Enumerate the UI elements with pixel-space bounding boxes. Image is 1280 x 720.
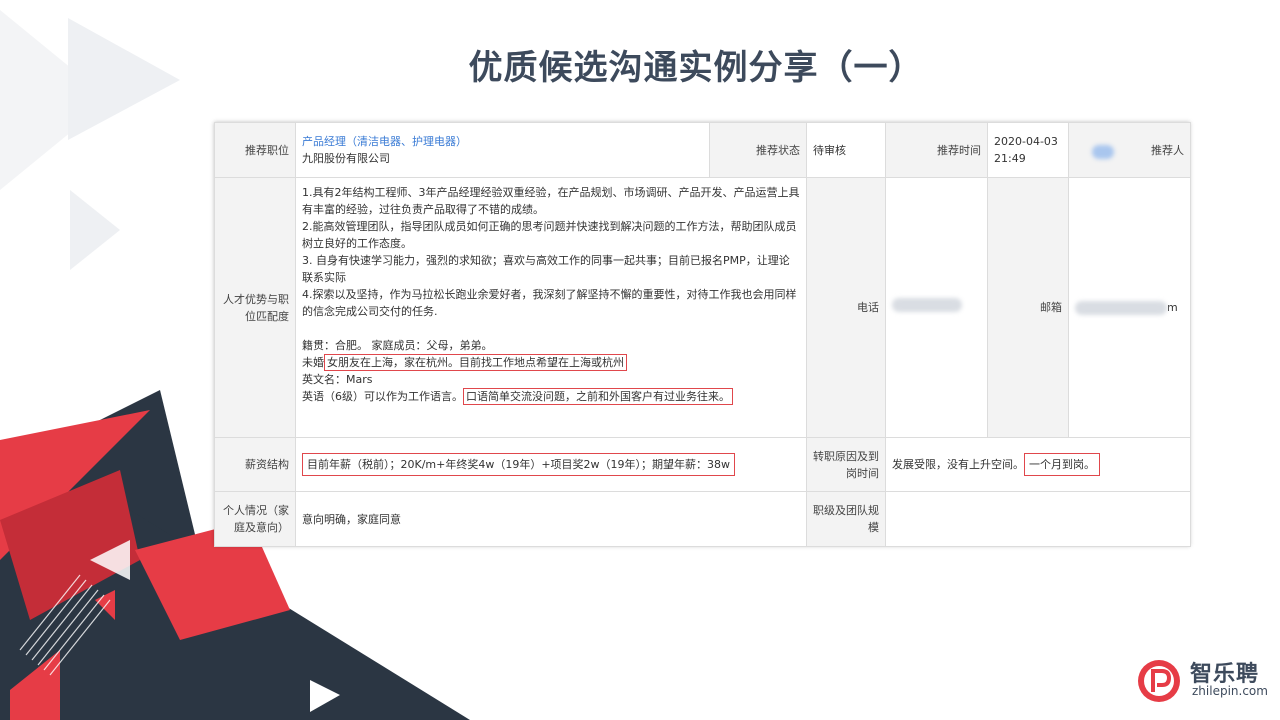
hatch-pattern xyxy=(19,574,111,676)
red-small-triangle xyxy=(95,590,115,620)
page-title: 优质候选沟通实例分享（一） xyxy=(468,48,924,88)
phone-blurred xyxy=(892,298,962,312)
point-3: 3. 自身有快速学习能力，强烈的求知欲；喜欢与高效工作的同事一起共事；目前已报名… xyxy=(302,254,790,284)
recommender-label: 推荐人 xyxy=(1068,122,1191,178)
table-row: 人才优势与职位匹配度 1.具有2年结构工程师、3年产品经理经验双重经验，在产品规… xyxy=(214,177,1191,438)
table-row: 推荐职位 产品经理（清洁电器、护理电器） 九阳股份有限公司 推荐状态 待审核 推… xyxy=(214,122,1191,178)
time-cell: 2020-04-03 21:49 xyxy=(987,122,1069,178)
email-blurred xyxy=(1075,301,1167,315)
reason-label: 转职原因及到岗时间 xyxy=(806,437,886,492)
email-label: 邮箱 xyxy=(987,177,1069,438)
team-value xyxy=(885,491,1191,547)
native-place: 籍贯：合肥。 家庭成员：父母，弟弟。 xyxy=(302,339,493,352)
english-highlight: 口语简单交流没问题，之前和外国客户有过业务往来。 xyxy=(463,388,733,405)
point-2: 2.能高效管理团队，指导团队成员如何正确的思考问题并快速找到解决问题的工作方法，… xyxy=(302,220,797,250)
email-value: m xyxy=(1068,177,1191,438)
salary-highlight: 目前年薪（税前）；20K/m+年终奖4w（19年）+项目奖2w（19年）；期望年… xyxy=(302,453,736,476)
team-label: 职级及团队规模 xyxy=(806,491,886,547)
recommender-blurred xyxy=(1092,145,1114,159)
phone-value xyxy=(885,177,988,438)
candidate-card: 推荐职位 产品经理（清洁电器、护理电器） 九阳股份有限公司 推荐状态 待审核 推… xyxy=(214,122,1191,547)
english-name: 英文名：Mars xyxy=(302,373,373,386)
candidate-table: 推荐职位 产品经理（清洁电器、护理电器） 九阳股份有限公司 推荐状态 待审核 推… xyxy=(214,122,1191,547)
time-clock: 21:49 xyxy=(994,152,1026,165)
brand-logo: 智乐聘 zhilepin.com xyxy=(1136,654,1268,704)
position-cell: 产品经理（清洁电器、护理电器） 九阳股份有限公司 xyxy=(295,122,710,178)
salary-cell: 目前年薪（税前）；20K/m+年终奖4w（19年）+项目奖2w（19年）；期望年… xyxy=(295,437,807,492)
dark-shape-left xyxy=(0,390,240,720)
red-shape-mid xyxy=(0,470,140,620)
point-4: 4.探索以及坚持，作为马拉松长跑业余爱好者，我深刻了解坚持不懈的重要性，对待工作… xyxy=(302,288,797,318)
status-label: 推荐状态 xyxy=(709,122,807,178)
table-row: 个人情况（家庭及意向） 意向明确，家庭同意 职级及团队规模 xyxy=(214,491,1191,547)
logo-english: zhilepin.com xyxy=(1192,684,1268,698)
marital-highlight: 女朋友在上海，家在杭州。目前找工作地点希望在上海或杭州 xyxy=(324,354,627,371)
match-content: 1.具有2年结构工程师、3年产品经理经验双重经验，在产品规划、市场调研、产品开发… xyxy=(295,177,807,438)
white-triangle-small xyxy=(310,680,340,712)
status-value: 待审核 xyxy=(806,122,886,178)
match-label: 人才优势与职位匹配度 xyxy=(214,177,296,438)
marital-prefix: 未婚 xyxy=(302,356,324,369)
white-triangle xyxy=(90,540,130,580)
light-triangle-large xyxy=(0,10,110,190)
english-line: 英语（6级）可以作为工作语言。 口语简单交流没问题，之前和外国客户有过业务往来。 xyxy=(302,388,800,405)
salary-label: 薪资结构 xyxy=(214,437,296,492)
position-title-link[interactable]: 产品经理（清洁电器、护理电器） xyxy=(302,133,703,150)
english-prefix: 英语（6级）可以作为工作语言。 xyxy=(302,390,463,403)
light-triangle-mid xyxy=(70,190,120,270)
personal-value: 意向明确，家庭同意 xyxy=(295,491,807,547)
red-shape-bottom xyxy=(10,650,60,720)
reason-highlight: 一个月到岗。 xyxy=(1024,453,1100,476)
marital-line: 未婚 女朋友在上海，家在杭州。目前找工作地点希望在上海或杭州 xyxy=(302,354,800,371)
reason-prefix: 发展受限，没有上升空间。 xyxy=(892,458,1024,471)
position-label: 推荐职位 xyxy=(214,122,296,178)
personal-label: 个人情况（家庭及意向） xyxy=(214,491,296,547)
reason-cell: 发展受限，没有上升空间。 一个月到岗。 xyxy=(885,437,1191,492)
company-name: 九阳股份有限公司 xyxy=(302,152,390,165)
logo-icon xyxy=(1138,660,1180,702)
red-shape-upper xyxy=(0,410,150,560)
time-label: 推荐时间 xyxy=(885,122,988,178)
point-1: 1.具有2年结构工程师、3年产品经理经验双重经验，在产品规划、市场调研、产品开发… xyxy=(302,186,800,216)
time-date: 2020-04-03 xyxy=(994,135,1058,148)
email-suffix: m xyxy=(1167,301,1178,314)
phone-label: 电话 xyxy=(806,177,886,438)
table-row: 薪资结构 目前年薪（税前）；20K/m+年终奖4w（19年）+项目奖2w（19年… xyxy=(214,437,1191,492)
